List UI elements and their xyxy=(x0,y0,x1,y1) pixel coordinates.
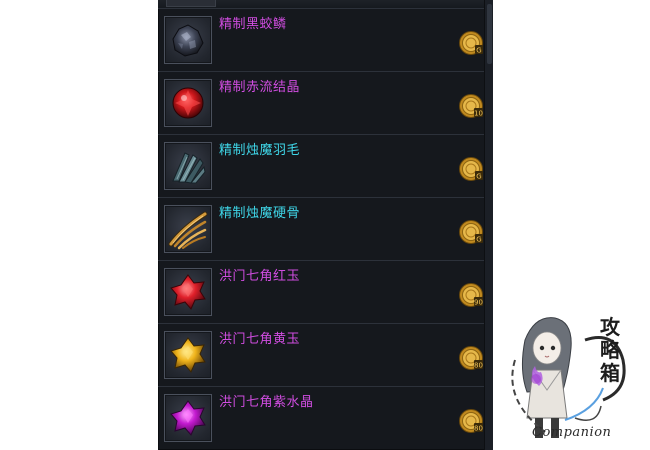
item-name: 精制黑蛟鳞 xyxy=(219,17,287,32)
item-slot[interactable] xyxy=(164,79,212,127)
gold-coin-icon[interactable]: 10 xyxy=(458,93,484,119)
red-crystal-icon xyxy=(172,87,204,119)
gold-coin-icon[interactable]: 80 xyxy=(458,345,484,371)
dark-feather-icon xyxy=(172,152,206,184)
red-gem-icon xyxy=(170,274,206,310)
item-slot[interactable] xyxy=(164,268,212,316)
golden-bone-icon xyxy=(168,211,208,250)
item-slot[interactable] xyxy=(164,331,212,379)
item-name: 洪门七角紫水晶 xyxy=(219,395,314,410)
item-name: 精制烛魔羽毛 xyxy=(219,143,301,158)
black-scale-icon xyxy=(172,24,204,57)
watermark-word: Companion xyxy=(532,425,612,440)
scrollbar[interactable] xyxy=(484,0,493,450)
svg-text:G: G xyxy=(476,173,481,181)
item-name: 精制赤流结晶 xyxy=(219,80,301,95)
gold-coin-icon[interactable]: 90 xyxy=(458,282,484,308)
item-name: 精制烛魔硬骨 xyxy=(219,206,301,221)
item-name: 洪门七角红玉 xyxy=(219,269,301,284)
item-list-panel: 精制黑蛟鳞 G 精制赤流结晶 10 精制烛魔羽毛 G 精制烛魔硬骨 G 洪门七角… xyxy=(158,0,493,450)
partial-item-slot[interactable] xyxy=(166,0,216,7)
item-name: 洪门七角黄玉 xyxy=(219,332,301,347)
list-item[interactable]: 精制赤流结晶 10 xyxy=(158,71,485,135)
svg-text:G: G xyxy=(476,236,481,244)
item-slot[interactable] xyxy=(164,142,212,190)
svg-text:90: 90 xyxy=(474,299,483,307)
watermark-cjk: 攻略箱 xyxy=(600,315,620,385)
item-slot[interactable] xyxy=(164,394,212,442)
scroll-thumb[interactable] xyxy=(487,4,492,64)
list-item[interactable]: 精制烛魔羽毛 G xyxy=(158,134,485,198)
gold-coin-icon[interactable]: 80 xyxy=(458,408,484,434)
gold-coin-icon[interactable]: G xyxy=(458,30,484,56)
item-slot[interactable] xyxy=(164,205,212,253)
svg-text:80: 80 xyxy=(474,362,483,370)
list-item[interactable]: 洪门七角黄玉 80 xyxy=(158,323,485,387)
list-item[interactable]: 洪门七角红玉 90 xyxy=(158,260,485,324)
purple-gem-icon xyxy=(170,400,206,436)
svg-text:80: 80 xyxy=(474,425,483,433)
list-item[interactable]: 洪门七角紫水晶 80 xyxy=(158,386,485,450)
gold-coin-icon[interactable]: G xyxy=(458,156,484,182)
gold-coin-icon[interactable]: G xyxy=(458,219,484,245)
list-item[interactable]: 精制黑蛟鳞 G xyxy=(158,8,485,72)
yellow-gem-icon xyxy=(170,337,206,373)
svg-text:G: G xyxy=(476,47,481,55)
item-slot[interactable] xyxy=(164,16,212,64)
svg-text:10: 10 xyxy=(474,110,483,118)
list-item[interactable]: 精制烛魔硬骨 G xyxy=(158,197,485,261)
